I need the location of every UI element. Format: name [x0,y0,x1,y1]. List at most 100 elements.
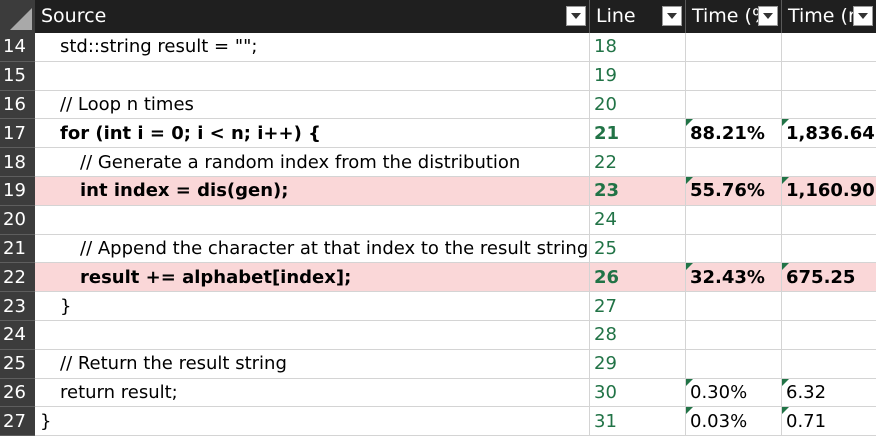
filter-dropdown-button[interactable] [758,6,778,26]
time-percent-cell[interactable] [686,90,782,120]
error-flag-icon [782,176,789,184]
source-cell[interactable] [35,205,590,235]
line-number-cell[interactable]: 21 [590,119,686,149]
column-header-label: Time (n [788,5,860,27]
row-number[interactable]: 27 [0,407,35,437]
line-number-cell[interactable]: 19 [590,61,686,91]
filter-dropdown-button[interactable] [662,6,682,26]
time-percent-cell[interactable] [686,292,782,321]
time-percent-cell[interactable]: 0.03% [686,407,782,437]
chevron-down-icon [763,13,773,19]
line-number-cell[interactable]: 30 [590,378,686,408]
filter-dropdown-button[interactable] [853,6,873,26]
row-number[interactable]: 17 [0,119,35,149]
row-number[interactable]: 14 [0,33,35,62]
line-number-cell[interactable]: 22 [590,148,686,177]
source-cell[interactable]: } [35,407,590,437]
column-header-time-percent[interactable]: Time (% [686,0,782,33]
column-header-source[interactable]: Source [35,0,590,33]
column-header-label: Line [596,5,636,27]
time-percent-cell[interactable] [686,234,782,264]
time-ms-cell[interactable] [782,206,876,235]
time-percent-value: 55.76% [690,180,765,202]
row-number[interactable]: 16 [0,90,35,120]
line-number-cell[interactable]: 24 [590,205,686,235]
time-ms-cell[interactable] [782,321,876,350]
source-code-text: int index = dis(gen); [80,180,289,202]
row-number[interactable]: 19 [0,176,35,206]
time-ms-cell[interactable]: 0.71 [782,407,876,437]
source-cell[interactable]: // Append the character at that index to… [35,234,590,264]
time-percent-cell[interactable] [686,148,782,177]
chevron-down-icon [667,13,677,19]
time-percent-cell[interactable]: 32.43% [686,263,782,293]
column-header-line[interactable]: Line [590,0,686,33]
time-ms-cell[interactable]: 6.32 [782,378,876,408]
time-percent-cell[interactable] [686,33,782,62]
time-percent-cell[interactable] [686,320,782,350]
source-cell[interactable]: result += alphabet[index]; [35,263,590,293]
table-row: 20 24 [0,205,876,235]
error-flag-icon [782,378,789,386]
time-ms-cell[interactable] [782,235,876,264]
time-percent-cell[interactable]: 0.30% [686,378,782,408]
line-number-cell[interactable]: 23 [590,176,686,206]
time-ms-cell[interactable] [782,292,876,321]
time-percent-cell[interactable] [686,61,782,91]
time-ms-cell[interactable] [782,350,876,379]
time-percent-cell[interactable]: 88.21% [686,119,782,149]
time-ms-cell[interactable] [782,62,876,91]
time-ms-cell[interactable] [782,33,876,62]
line-number-cell[interactable]: 29 [590,349,686,379]
time-ms-cell[interactable] [782,91,876,120]
time-ms-cell[interactable]: 1,836.64 [782,119,876,149]
error-flag-icon [686,119,693,127]
source-cell[interactable]: std::string result = ""; [35,33,590,62]
row-number[interactable]: 22 [0,263,35,293]
time-ms-cell[interactable]: 675.25 [782,263,876,293]
source-cell[interactable]: // Loop n times [35,90,590,120]
source-code-text: // Loop n times [60,93,194,115]
line-number-cell[interactable]: 27 [590,292,686,321]
table-row: 19 int index = dis(gen); 23 55.76% 1,160.90 [0,176,876,206]
error-flag-icon [686,407,693,415]
source-code-text: } [60,295,72,317]
row-number[interactable]: 20 [0,205,35,235]
source-cell[interactable] [35,61,590,91]
spreadsheet: Source Line Time (% Time (n 14 std::strin… [0,0,876,439]
column-header-label: Source [41,5,107,27]
error-flag-icon [686,176,693,184]
source-cell[interactable]: int index = dis(gen); [35,176,590,206]
line-number-cell[interactable]: 25 [590,234,686,264]
header-row: Source Line Time (% Time (n [0,0,876,33]
source-cell[interactable]: return result; [35,378,590,408]
row-number[interactable]: 26 [0,378,35,408]
line-number-cell[interactable]: 20 [590,90,686,120]
time-ms-value: 1,836.64 [786,122,875,144]
line-number-cell[interactable]: 18 [590,33,686,62]
row-number[interactable]: 25 [0,349,35,379]
row-number[interactable]: 24 [0,320,35,350]
source-cell[interactable]: // Return the result string [35,349,590,379]
time-percent-cell[interactable] [686,349,782,379]
source-cell[interactable] [35,320,590,350]
error-flag-icon [686,378,693,386]
table-row: 15 19 [0,61,876,91]
row-number[interactable]: 21 [0,234,35,264]
select-all-corner[interactable] [0,0,35,33]
source-cell[interactable]: } [35,292,590,321]
row-number[interactable]: 18 [0,148,35,177]
time-ms-cell[interactable]: 1,160.90 [782,176,876,206]
source-cell[interactable]: // Generate a random index from the dist… [35,148,590,177]
row-number[interactable]: 15 [0,61,35,91]
time-percent-cell[interactable] [686,205,782,235]
line-number-cell[interactable]: 28 [590,320,686,350]
column-header-time-ms[interactable]: Time (n [782,0,876,33]
row-number[interactable]: 23 [0,292,35,321]
time-percent-cell[interactable]: 55.76% [686,176,782,206]
source-cell[interactable]: for (int i = 0; i < n; i++) { [35,119,590,149]
line-number-cell[interactable]: 26 [590,263,686,293]
time-ms-cell[interactable] [782,148,876,177]
line-number-cell[interactable]: 31 [590,407,686,437]
filter-dropdown-button[interactable] [566,6,586,26]
